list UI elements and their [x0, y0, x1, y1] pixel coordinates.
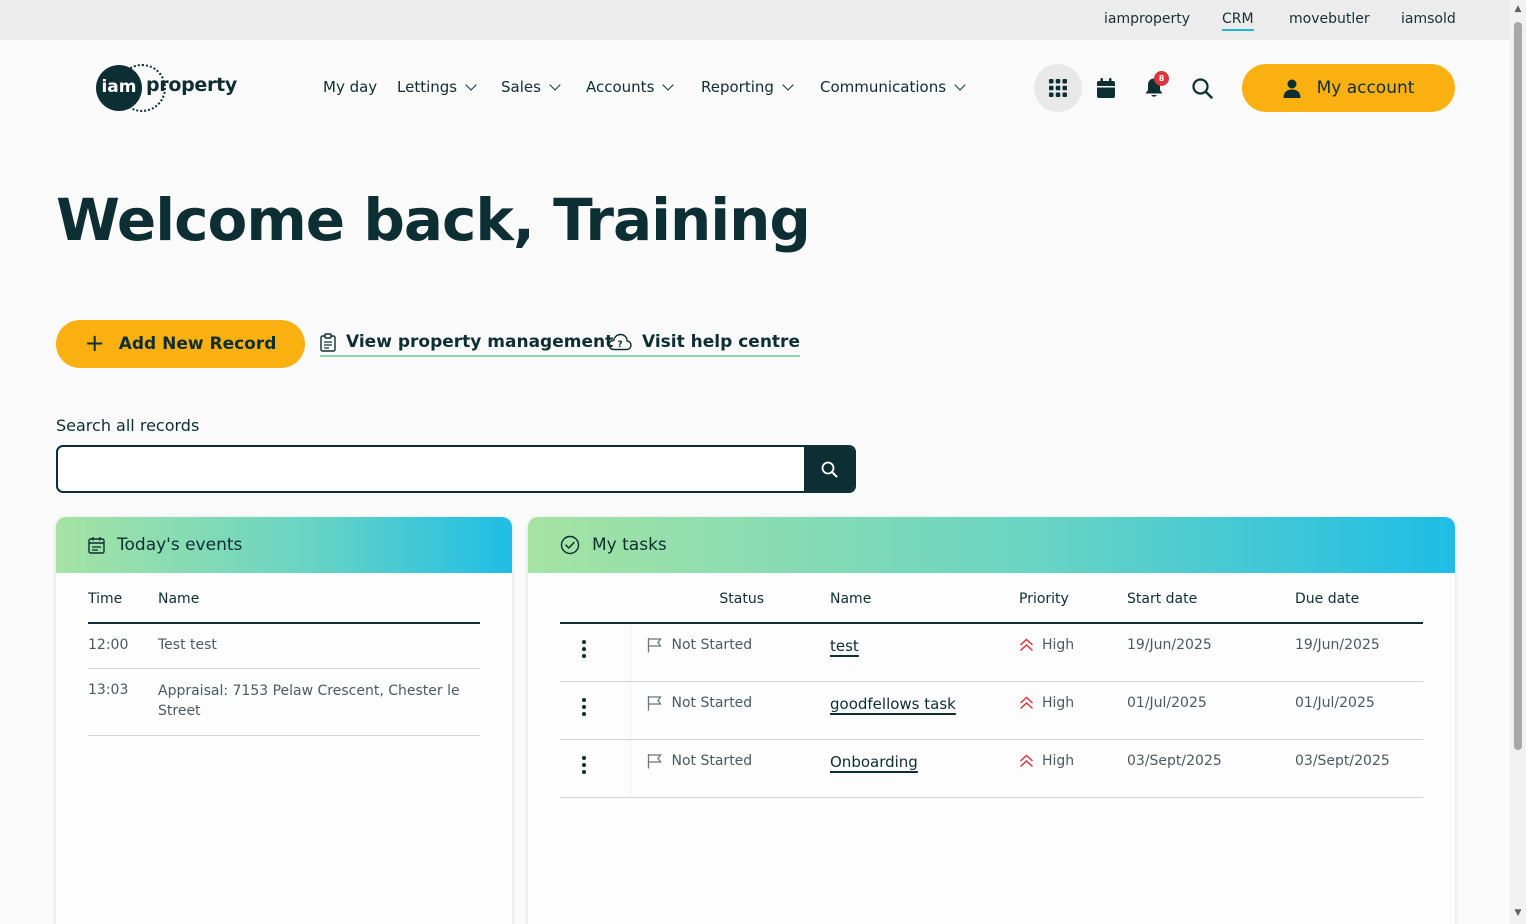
search-box	[56, 445, 856, 493]
clipboard-icon	[320, 332, 336, 352]
task-row: Not Started Onboarding High 03/Sept/2025…	[560, 739, 1423, 798]
event-row[interactable]: 12:00 Test test	[88, 623, 480, 669]
check-circle-icon	[560, 535, 580, 555]
chevron-down-icon	[782, 79, 794, 91]
search-icon	[821, 461, 837, 477]
task-due-date: 19/Jun/2025	[1295, 623, 1423, 682]
more-options-icon[interactable]	[582, 755, 586, 774]
add-new-record-button[interactable]: + Add New Record	[56, 320, 305, 368]
todays-events-header: Today's events	[56, 517, 512, 573]
search-submit-button[interactable]	[804, 447, 854, 491]
task-status: Not Started	[671, 752, 753, 769]
column-header-name: Name	[830, 576, 1019, 624]
task-row: Not Started goodfellows task High 01/Jul…	[560, 681, 1423, 740]
task-name-link[interactable]: Onboarding	[830, 753, 918, 771]
task-start-date: 03/Sept/2025	[1127, 739, 1295, 798]
svg-text:?: ?	[617, 340, 622, 350]
column-header-priority: Priority	[1019, 576, 1127, 624]
task-name-link[interactable]: goodfellows task	[830, 695, 956, 713]
flag-icon	[647, 695, 662, 710]
column-header-start-date: Start date	[1127, 576, 1295, 624]
nav-reporting[interactable]: Reporting	[701, 78, 794, 96]
todays-events-title: Today's events	[117, 535, 243, 555]
priority-high-icon	[1019, 695, 1034, 709]
notification-count-badge: 8	[1154, 71, 1169, 86]
column-header-name: Name	[158, 576, 480, 624]
task-due-date: 01/Jul/2025	[1295, 681, 1423, 740]
calendar-icon	[88, 537, 105, 554]
visit-help-centre-link[interactable]: ? Visit help centre	[608, 332, 800, 357]
flag-icon	[647, 638, 662, 653]
nav-sales[interactable]: Sales	[501, 78, 561, 96]
view-property-management-link[interactable]: View property management	[320, 332, 614, 357]
task-priority: High	[1042, 752, 1075, 769]
plus-icon: +	[84, 329, 105, 357]
column-header-status: Status	[630, 576, 830, 624]
priority-high-icon	[1019, 638, 1034, 652]
page-title: Welcome back, Training	[56, 186, 811, 254]
notifications-button[interactable]	[1130, 64, 1178, 112]
scroll-down-arrow[interactable]: ▼	[1512, 908, 1524, 918]
chevron-down-icon	[549, 79, 561, 91]
iamproperty-logo[interactable]: iam property	[96, 64, 237, 112]
apps-grid-button[interactable]	[1034, 64, 1082, 112]
search-icon	[1191, 77, 1213, 99]
priority-high-icon	[1019, 753, 1034, 767]
search-records-input[interactable]	[58, 447, 806, 491]
event-time: 13:03	[88, 668, 158, 736]
task-start-date: 01/Jul/2025	[1127, 681, 1295, 740]
flag-icon	[647, 753, 662, 768]
event-name: Test test	[158, 623, 480, 669]
task-status: Not Started	[671, 637, 753, 653]
scrollbar-thumb[interactable]	[1514, 22, 1522, 750]
logo-mark: iam	[96, 65, 142, 111]
chevron-down-icon	[465, 79, 477, 91]
util-link-iamsold[interactable]: iamsold	[1401, 11, 1456, 27]
task-status: Not Started	[671, 694, 753, 711]
my-tasks-header: My tasks	[528, 517, 1455, 573]
nav-communications[interactable]: Communications	[820, 78, 966, 96]
more-options-icon[interactable]	[582, 640, 586, 658]
scroll-up-arrow[interactable]: ▲	[1512, 4, 1524, 14]
event-name: Appraisal: 7153 Pelaw Crescent, Chester …	[158, 668, 480, 736]
events-table: Time Name 12:00 Test test 13:03 Appraisa…	[88, 576, 480, 736]
more-options-icon[interactable]	[582, 697, 586, 716]
my-tasks-title: My tasks	[592, 535, 667, 555]
my-account-button[interactable]: My account	[1242, 64, 1455, 112]
utility-bar: iamproperty CRM movebutler iamsold	[0, 0, 1510, 40]
util-link-iamproperty[interactable]: iamproperty	[1104, 11, 1190, 27]
task-name-link[interactable]: test	[830, 637, 859, 655]
chevron-down-icon	[954, 79, 966, 91]
util-link-movebutler[interactable]: movebutler	[1289, 11, 1370, 27]
nav-lettings[interactable]: Lettings	[397, 78, 477, 96]
calendar-icon	[1097, 78, 1115, 98]
chevron-down-icon	[662, 79, 675, 91]
user-icon	[1283, 79, 1301, 98]
apps-grid-icon	[1049, 79, 1067, 97]
task-row: Not Started test High 19/Jun/2025 19/Jun…	[560, 623, 1423, 682]
nav-my-day[interactable]: My day	[323, 78, 377, 96]
search-label: Search all records	[56, 416, 200, 435]
column-header-due-date: Due date	[1295, 576, 1423, 624]
column-header-time: Time	[88, 576, 158, 624]
task-priority: High	[1042, 637, 1075, 653]
event-row[interactable]: 13:03 Appraisal: 7153 Pelaw Crescent, Ch…	[88, 668, 480, 736]
task-due-date: 03/Sept/2025	[1295, 739, 1423, 798]
nav-accounts[interactable]: Accounts	[586, 78, 675, 96]
search-button[interactable]	[1178, 64, 1226, 112]
util-link-crm[interactable]: CRM	[1222, 11, 1254, 31]
tasks-table: Status Name Priority Start date Due date…	[560, 576, 1423, 798]
calendar-button[interactable]	[1082, 64, 1130, 112]
cloud-help-icon: ?	[608, 333, 632, 351]
task-start-date: 19/Jun/2025	[1127, 623, 1295, 682]
event-time: 12:00	[88, 623, 158, 669]
logo-word: property	[146, 74, 237, 96]
task-priority: High	[1042, 694, 1075, 711]
